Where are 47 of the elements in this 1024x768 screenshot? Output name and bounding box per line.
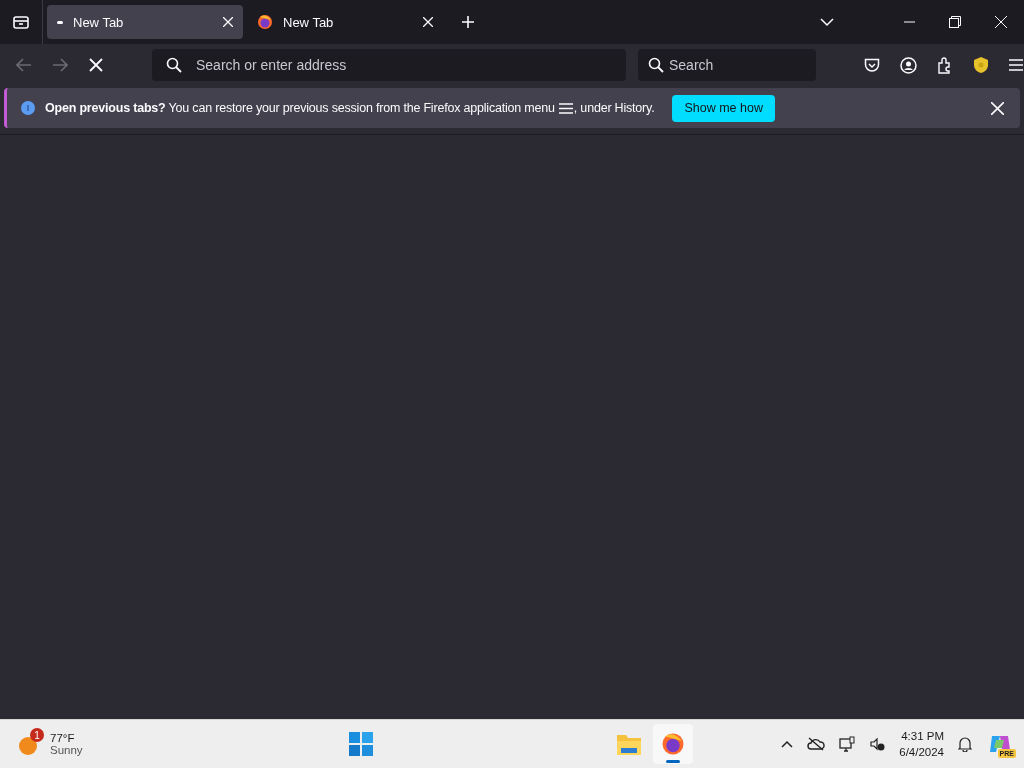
speaker-muted-icon[interactable]	[869, 737, 886, 751]
account-icon[interactable]	[900, 56, 917, 74]
show-me-how-button[interactable]: Show me how	[672, 94, 775, 122]
address-field[interactable]: Search or enter address	[152, 49, 626, 81]
search-icon	[648, 57, 664, 73]
folder-icon	[616, 733, 641, 755]
new-tab-icon[interactable]	[461, 15, 475, 29]
firefox-icon	[257, 14, 273, 30]
firefox-button[interactable]	[652, 724, 693, 764]
tab-title: New Tab	[283, 14, 334, 30]
stop-icon[interactable]	[88, 58, 104, 72]
info-icon	[21, 101, 35, 115]
back-icon[interactable]	[16, 58, 32, 72]
time-text: 4:31 PM	[901, 729, 944, 744]
network-icon[interactable]	[839, 736, 856, 752]
copilot-icon	[988, 734, 1012, 754]
chevron-up-icon[interactable]	[781, 740, 794, 748]
tab-title: New Tab	[73, 14, 124, 30]
menu-icon	[558, 102, 573, 114]
close-icon[interactable]	[423, 17, 433, 27]
forward-icon[interactable]	[52, 58, 68, 72]
tab-list-icon[interactable]	[12, 14, 30, 30]
tab[interactable]: New Tab	[47, 5, 243, 39]
bell-icon[interactable]	[958, 736, 972, 752]
close-icon[interactable]	[995, 16, 1007, 28]
tab[interactable]: New Tab	[247, 5, 443, 39]
windows-logo-icon	[348, 732, 373, 756]
pocket-icon[interactable]	[864, 57, 880, 73]
loading-icon	[57, 20, 63, 24]
chevron-down-icon[interactable]	[820, 17, 834, 27]
cloud-off-icon[interactable]	[807, 737, 826, 751]
search-icon	[166, 57, 182, 73]
search-field[interactable]: Search	[638, 49, 816, 81]
notification-badge: 1	[30, 728, 44, 742]
puzzle-icon[interactable]	[937, 56, 953, 74]
clock[interactable]: 4:31 PM 6/4/2024	[899, 728, 944, 760]
weather-condition: Sunny	[50, 744, 83, 756]
date-text: 6/4/2024	[899, 745, 944, 760]
close-icon[interactable]	[991, 101, 1004, 115]
notification-message: Open previous tabs? You can restore your previous session from the Firefox application menu	[45, 101, 555, 115]
close-icon[interactable]	[223, 17, 233, 27]
firefox-icon	[660, 732, 685, 756]
temperature-text: 77°F	[50, 732, 76, 744]
menu-icon[interactable]	[1009, 59, 1023, 71]
restore-icon[interactable]	[949, 16, 961, 28]
shield-icon[interactable]	[973, 56, 989, 74]
notification-message: , under History.	[573, 101, 655, 115]
